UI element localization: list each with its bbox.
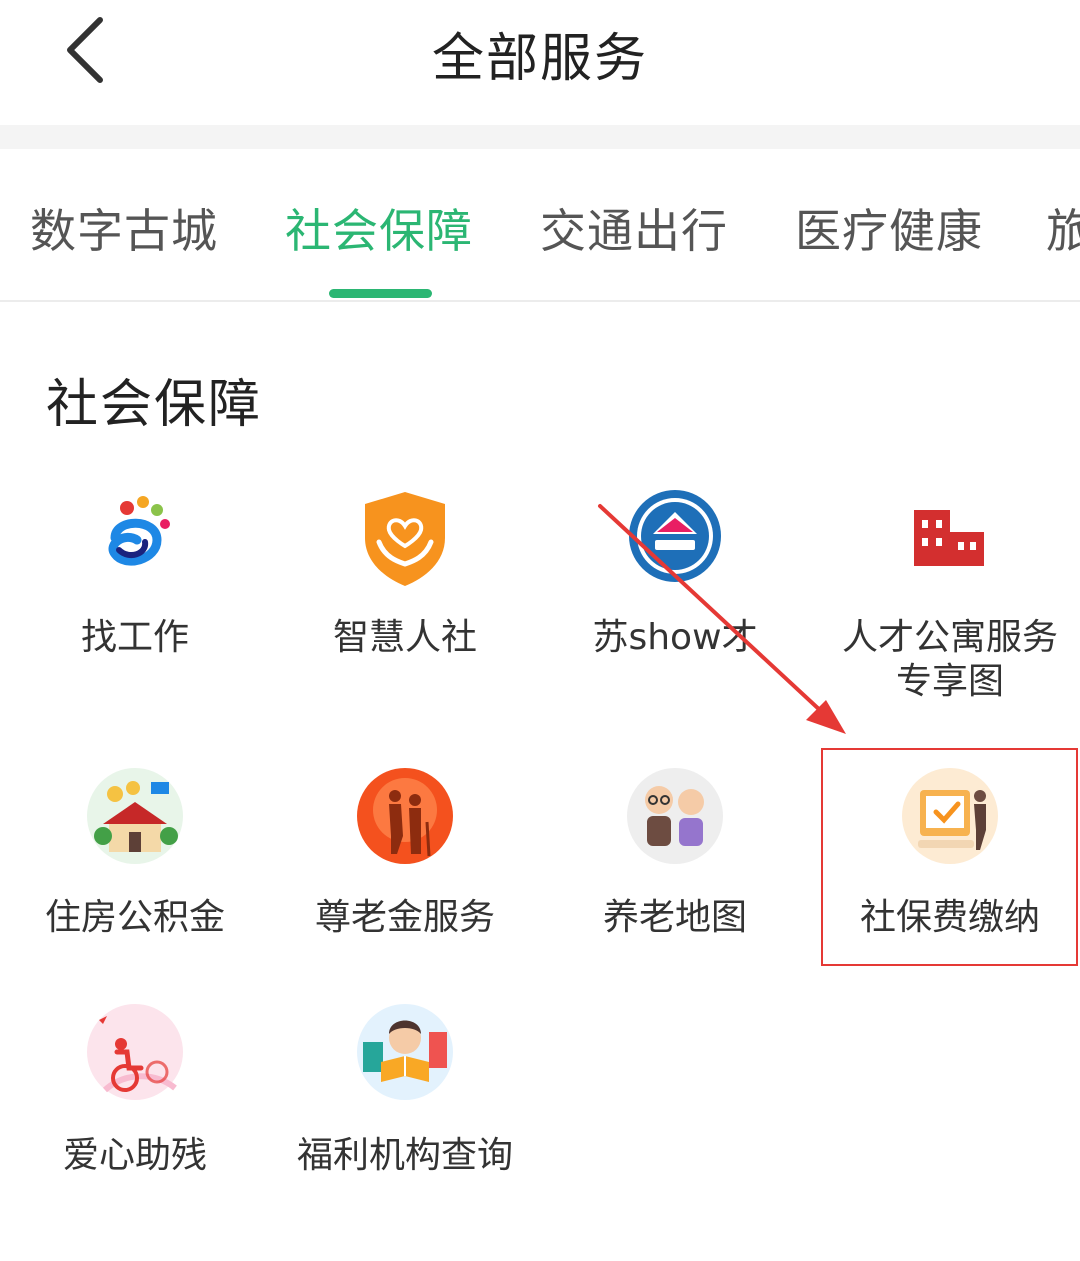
service-label: 福利机构查询 — [296, 1135, 513, 1176]
service-label: 住房公积金 — [44, 897, 225, 938]
service-label: 养老地图 — [602, 897, 747, 938]
service-label: 苏show才 — [592, 617, 758, 658]
heart-shield-icon — [365, 492, 445, 586]
service-label-line2: 专享图 — [895, 661, 1004, 702]
section-title: 社会保障 — [46, 375, 263, 435]
red-buildings-icon — [914, 510, 984, 566]
top-bar: 全部服务 — [0, 0, 1080, 125]
service-welfare-institution-search[interactable]: 福利机构查询 — [270, 1002, 540, 1192]
service-disability-aid[interactable]: 爱心助残 — [0, 1002, 270, 1192]
page: 全部服务 数字古城 社会保障 交通出行 医疗健康 旅 社会保障 找工作 智慧人社 — [0, 0, 1080, 1261]
service-label: 尊老金服务 — [314, 897, 495, 938]
tab-travel[interactable]: 旅 — [1046, 195, 1080, 261]
service-elderly-allowance[interactable]: 尊老金服务 — [270, 766, 540, 966]
service-talent-apartment[interactable]: 人才公寓服务 专享图 — [815, 488, 1080, 708]
service-label: 找工作 — [80, 617, 189, 658]
highlight-box — [821, 748, 1078, 966]
job-search-logo-icon — [108, 496, 170, 566]
suzhou-talent-badge-icon — [629, 490, 721, 582]
service-smart-hr[interactable]: 智慧人社 — [270, 488, 540, 708]
girl-reading-icon — [357, 1004, 453, 1100]
tab-transport[interactable]: 交通出行 — [540, 195, 728, 261]
elderly-couple-icon — [357, 768, 453, 864]
service-label-line1: 人才公寓服务 — [841, 617, 1058, 658]
service-suzhou-talent[interactable]: 苏show才 — [540, 488, 810, 708]
page-title: 全部服务 — [431, 29, 648, 89]
service-label: 爱心助残 — [62, 1135, 207, 1176]
header-divider — [0, 125, 1080, 149]
elderly-pair-icon — [627, 768, 723, 864]
service-elderly-map[interactable]: 养老地图 — [540, 766, 810, 966]
wheelchair-icon — [87, 1004, 183, 1100]
tab-social-security[interactable]: 社会保障 — [285, 195, 473, 261]
service-find-job[interactable]: 找工作 — [0, 488, 270, 708]
service-label: 智慧人社 — [332, 617, 477, 658]
tab-digital-city[interactable]: 数字古城 — [30, 195, 218, 261]
service-housing-fund[interactable]: 住房公积金 — [0, 766, 270, 966]
tab-health[interactable]: 医疗健康 — [795, 195, 983, 261]
category-tabs: 数字古城 社会保障 交通出行 医疗健康 旅 — [0, 149, 1080, 302]
active-tab-indicator — [329, 289, 432, 298]
house-fund-icon — [87, 768, 183, 864]
